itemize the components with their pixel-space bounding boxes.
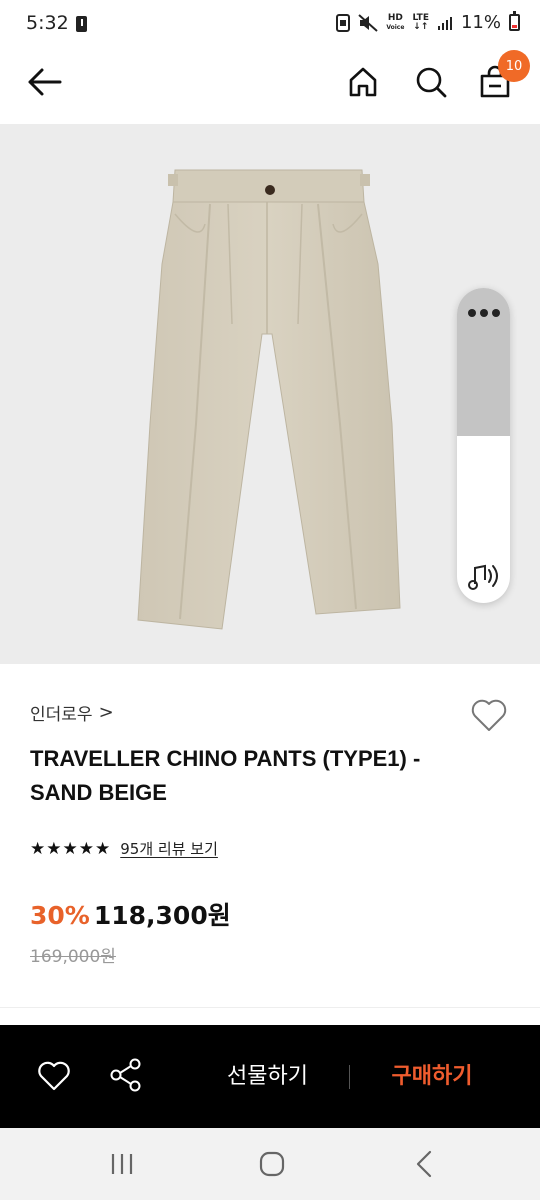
nav-home-icon[interactable] [252,1146,292,1182]
review-link[interactable]: 95개 리뷰 보기 [120,838,218,859]
price-row: 30% 118,300원 [30,896,231,932]
nav-back-icon[interactable] [405,1146,445,1182]
original-price: 169,000원 [30,947,116,967]
gift-button[interactable]: 선물하기 [200,1059,335,1095]
rating-row: ★ ★ ★ ★ ★ 95개 리뷰 보기 [30,838,218,859]
star-rating: ★ ★ ★ ★ ★ [30,840,110,858]
home-icon[interactable] [343,62,383,102]
nfc-icon [336,13,351,32]
star-icon: ★ [30,838,46,859]
brand-name: 인더로우 [30,705,93,725]
status-bar: 5:32 HD Voice LTE ↓↑ 11% [0,0,540,50]
action-bar: 선물하기 구매하기 [0,1025,540,1128]
battery-icon [509,11,520,31]
sound-icon[interactable] [465,560,503,594]
brand-link[interactable]: 인더로우 > [30,700,114,725]
search-icon[interactable] [411,62,451,102]
product-title: TRAVELLER CHINO PANTS (TYPE1) - SAND BEI… [30,746,421,805]
mute-icon [358,13,378,32]
recent-apps-icon[interactable] [102,1146,142,1182]
more-icon[interactable] [468,306,500,320]
star-icon: ★ [62,838,78,859]
cart-count-badge: 10 [498,50,530,82]
volume-panel[interactable] [457,288,510,603]
chevron-right-icon: > [98,702,114,723]
hd-voice-indicator: HD Voice [386,12,405,31]
status-time: 5:32 [26,12,69,34]
buy-button[interactable]: 구매하기 [367,1059,497,1095]
divider [0,1007,540,1008]
share-icon[interactable] [108,1057,144,1093]
lte-indicator: LTE ↓↑ [412,12,429,32]
sale-price: 118,300원 [93,901,231,930]
signal-icon [437,16,452,30]
star-icon: ★ [78,838,94,859]
heart-icon[interactable] [469,696,509,734]
alert-icon [76,16,87,32]
heart-icon[interactable] [36,1059,72,1093]
discount-rate: 30% [30,901,90,930]
star-icon: ★ [95,838,111,859]
system-nav-bar [0,1128,540,1200]
star-icon: ★ [46,838,62,859]
app-header [0,50,540,124]
action-divider [349,1065,350,1089]
battery-percent: 11% [460,12,501,33]
back-arrow-icon[interactable] [22,64,66,100]
status-indicators: HD Voice LTE ↓↑ 11% [336,11,520,33]
